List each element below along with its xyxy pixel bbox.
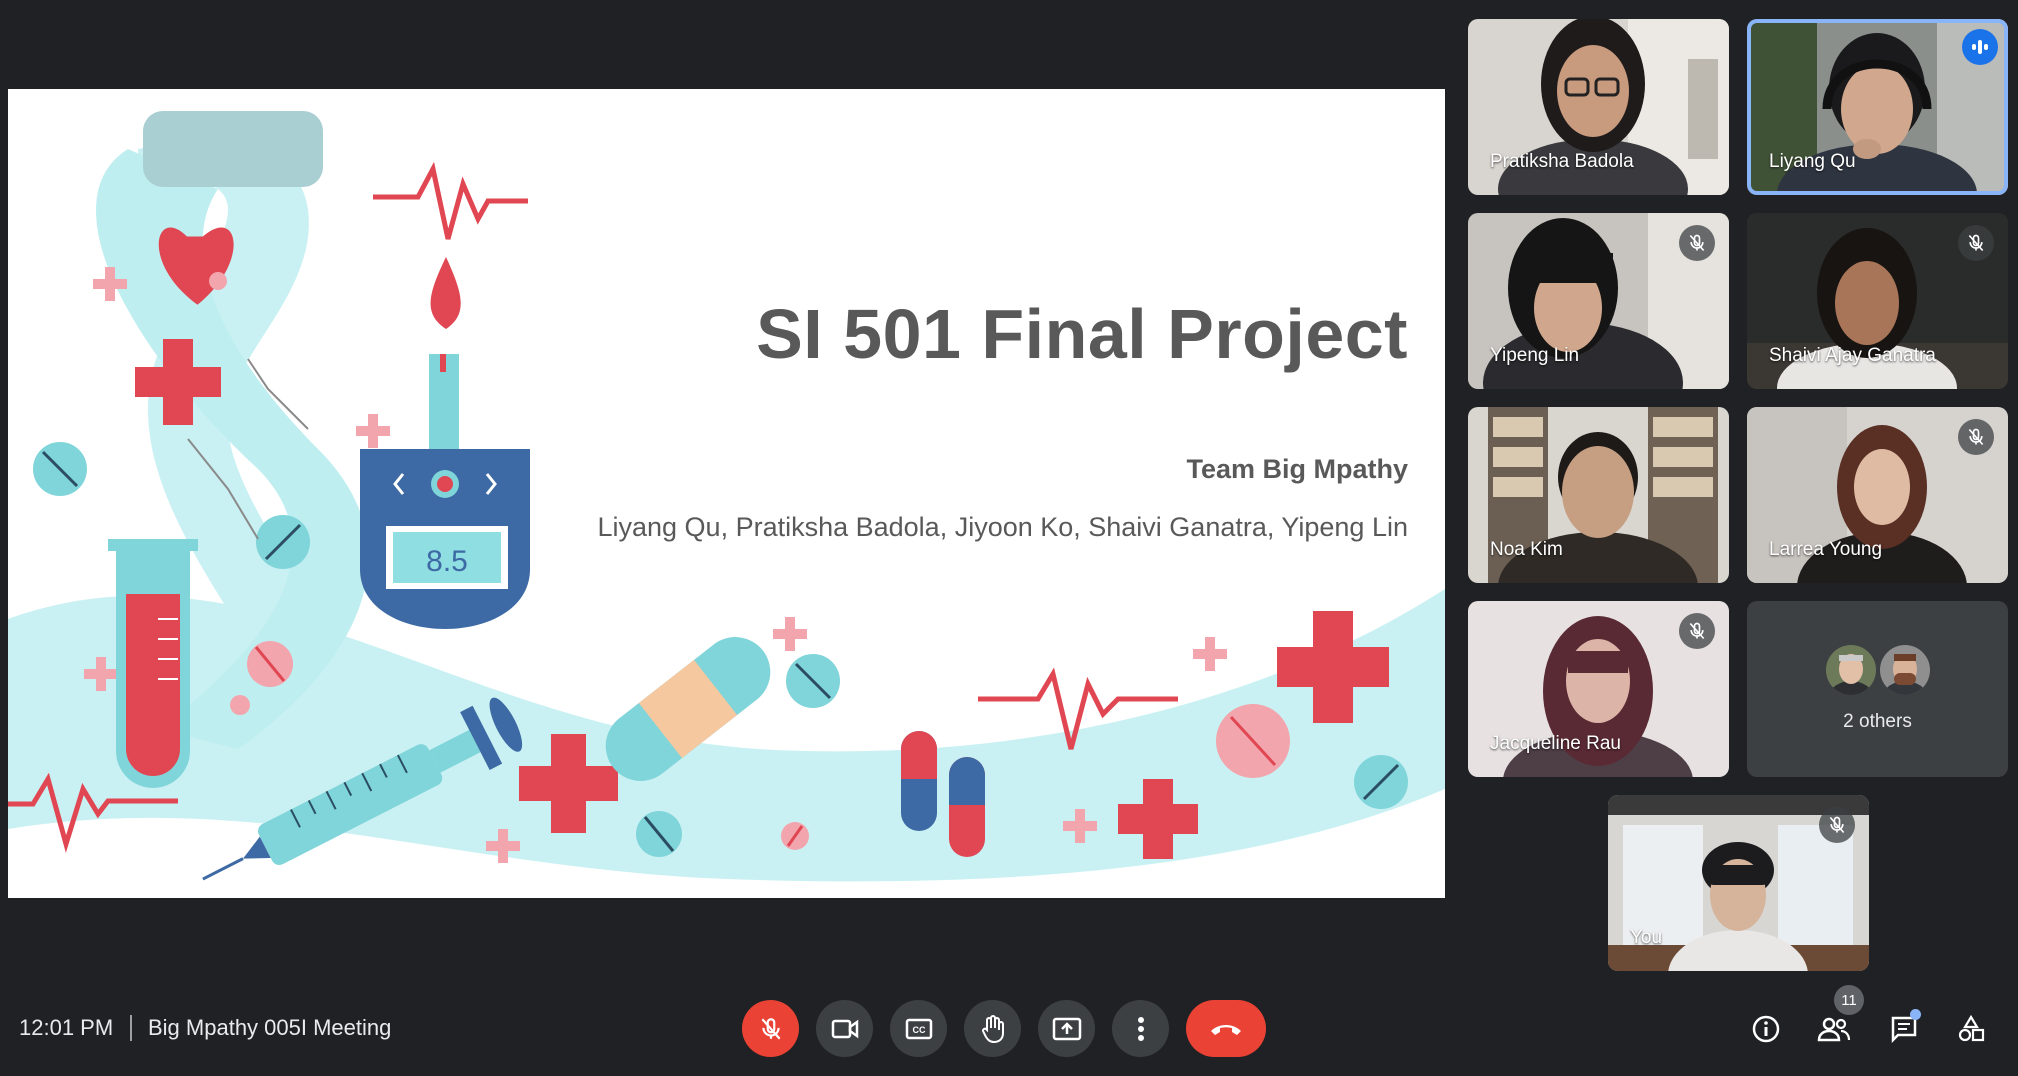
present-now-button[interactable]	[1038, 1000, 1095, 1057]
slide-team-name: Team Big Mpathy	[1186, 454, 1408, 484]
slide-title: SI 501 Final Project	[756, 295, 1408, 373]
people-count-badge: 11	[1834, 985, 1864, 1015]
info-icon	[1752, 1015, 1780, 1043]
mic-off-icon	[1679, 225, 1715, 261]
leave-call-button[interactable]	[1186, 1000, 1266, 1057]
mic-toggle-button[interactable]	[742, 1000, 799, 1057]
slide-team-members: Liyang Qu, Pratiksha Badola, Jiyoon Ko, …	[597, 512, 1408, 542]
activities-icon	[1958, 1014, 1985, 1042]
self-view-tile[interactable]: You	[1608, 795, 1869, 971]
participant-name: Larrea Young	[1769, 539, 1883, 560]
divider	[130, 1015, 132, 1041]
camera-icon	[831, 1019, 858, 1038]
activities-button[interactable]	[1947, 1005, 1995, 1053]
mic-off-icon	[1958, 419, 1994, 455]
others-count-label: 2 others	[1843, 711, 1912, 732]
participant-name: Pratiksha Badola	[1490, 151, 1634, 172]
participant-name: Liyang Qu	[1769, 151, 1856, 172]
participant-name: Shaivi Ajay Ganatra	[1769, 345, 1936, 366]
mic-off-icon	[761, 1017, 780, 1039]
participant-tile[interactable]: Noa Kim	[1468, 407, 1729, 583]
bottom-control-bar: 12:01 PM Big Mpathy 005I Meeting CC 11	[0, 985, 2018, 1065]
participant-name: Jacqueline Rau	[1490, 733, 1621, 754]
meeting-details-button[interactable]	[1742, 1005, 1790, 1053]
present-icon	[1052, 1017, 1081, 1040]
raise-hand-icon	[981, 1014, 1004, 1043]
camera-toggle-button[interactable]	[816, 1000, 873, 1057]
more-vert-icon	[1137, 1016, 1144, 1041]
participant-tile[interactable]: Pratiksha Badola	[1468, 19, 1729, 195]
call-end-icon	[1211, 1024, 1241, 1035]
participant-tile[interactable]: Yipeng Lin	[1468, 213, 1729, 389]
others-avatar-group	[1825, 645, 1930, 695]
participant-name: Yipeng Lin	[1490, 345, 1580, 366]
participant-tile[interactable]: Jacqueline Rau	[1468, 601, 1729, 777]
participant-tile-active-speaker[interactable]: Liyang Qu	[1747, 19, 2008, 195]
mic-off-icon	[1958, 225, 1994, 261]
current-time: 12:01 PM	[19, 1015, 114, 1040]
participant-video	[1747, 19, 2008, 195]
mic-off-icon	[1819, 807, 1855, 843]
captions-button[interactable]: CC	[890, 1000, 947, 1057]
participant-name: Noa Kim	[1490, 539, 1563, 560]
captions-icon: CC	[905, 1018, 932, 1039]
more-options-button[interactable]	[1112, 1000, 1169, 1057]
speaking-indicator-icon	[1962, 29, 1998, 65]
presentation-slide: 8.5 SI 501 Final Project Team Big Mpathy…	[8, 89, 1445, 898]
mic-off-icon	[1679, 613, 1715, 649]
others-tile[interactable]: 2 others	[1747, 601, 2008, 777]
chat-notification-dot	[1910, 1009, 1921, 1020]
participant-tile[interactable]: Larrea Young	[1747, 407, 2008, 583]
self-label: You	[1630, 927, 1663, 948]
meter-reading-text: 8.5	[426, 545, 468, 578]
meeting-name: Big Mpathy 005I Meeting	[148, 1015, 392, 1040]
raise-hand-button[interactable]	[964, 1000, 1021, 1057]
participant-tile[interactable]: Shaivi Ajay Ganatra	[1747, 213, 2008, 389]
avatar	[1879, 645, 1930, 695]
avatar	[1825, 645, 1876, 695]
people-icon	[1817, 1017, 1851, 1042]
svg-text:CC: CC	[912, 1025, 925, 1035]
slide-medical-illustration: 8.5	[8, 111, 1445, 882]
